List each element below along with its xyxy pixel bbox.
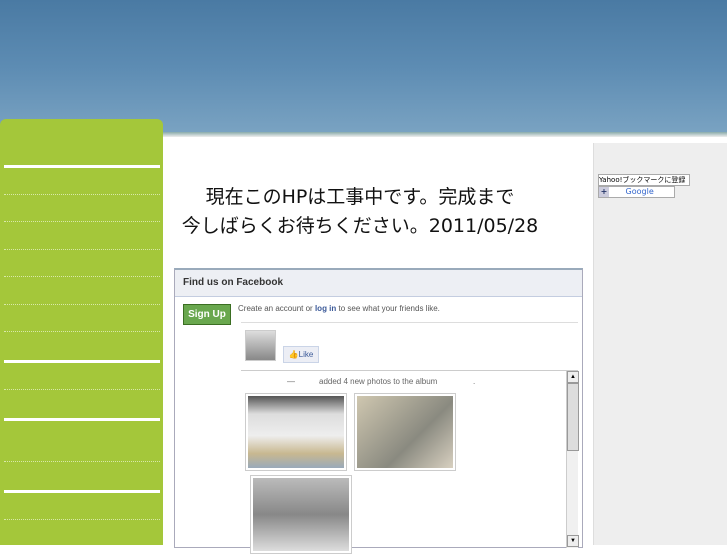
notice-line-1: 現在このHPは工事中です。完成まで — [205, 186, 515, 208]
sidebar-item[interactable] — [4, 221, 160, 222]
sidebar-item[interactable] — [4, 304, 160, 305]
sidebar-item[interactable] — [4, 249, 160, 250]
sign-up-button[interactable]: Sign Up — [183, 304, 231, 325]
plus-icon: + — [599, 187, 609, 197]
activity-dash: — — [287, 377, 295, 386]
album-photo[interactable] — [354, 393, 456, 471]
create-text-post: to see what your friends like. — [338, 304, 440, 313]
sidebar-divider — [4, 360, 160, 363]
header-shadow — [163, 132, 727, 137]
scrollbar-thumb[interactable] — [567, 383, 579, 451]
thumbs-up-icon: 👍 — [288, 350, 299, 359]
sidebar-item[interactable] — [4, 519, 160, 520]
scroll-up-icon[interactable]: ▲ — [567, 371, 579, 383]
sidebar-divider — [4, 165, 160, 168]
create-account-text: Create an account or log in to see what … — [238, 304, 440, 313]
facebook-like-box: Find us on Facebook Sign Up Create an ac… — [174, 268, 583, 554]
yahoo-bookmark-button[interactable]: Yahoo!ブックマークに登録 — [598, 174, 690, 186]
log-in-link[interactable]: log in — [315, 304, 336, 313]
page-thumbnail[interactable] — [245, 330, 276, 361]
facebook-box-title: Find us on Facebook — [175, 270, 582, 297]
activity-dot: . — [473, 377, 476, 386]
sidebar-item[interactable] — [4, 461, 160, 462]
sidebar-divider — [4, 490, 160, 493]
album-photo[interactable] — [245, 393, 347, 471]
construction-notice: 現在このHPは工事中です。完成まで 今しばらくお待ちください。2011/05/2… — [180, 183, 540, 241]
right-column — [593, 143, 727, 545]
scrollbar[interactable]: ▲ ▼ — [566, 371, 579, 548]
google-add-button[interactable]: + Google — [598, 186, 675, 198]
header-banner — [0, 0, 727, 134]
sidebar-item[interactable] — [4, 331, 160, 332]
like-button[interactable]: 👍Like — [283, 346, 319, 363]
google-label: Google — [625, 187, 654, 196]
like-label: Like — [298, 350, 314, 359]
sidebar-item[interactable] — [4, 276, 160, 277]
divider — [241, 322, 578, 323]
activity-text: added 4 new photos to the album — [319, 377, 438, 386]
yahoo-bookmark-label: Yahoo!ブックマークに登録 — [599, 176, 686, 184]
notice-line-2: 今しばらくお待ちください。2011/05/28 — [181, 215, 539, 237]
activity-stream: — added 4 new photos to the album . ▲ ▼ — [241, 370, 579, 554]
create-text-pre: Create an account or — [238, 304, 313, 313]
sidebar-divider — [4, 418, 160, 421]
sidebar-item[interactable] — [4, 389, 160, 390]
scroll-down-icon[interactable]: ▼ — [567, 535, 579, 547]
sidebar-item[interactable] — [4, 194, 160, 195]
sidebar-nav — [0, 119, 163, 545]
album-photo[interactable] — [250, 475, 352, 554]
